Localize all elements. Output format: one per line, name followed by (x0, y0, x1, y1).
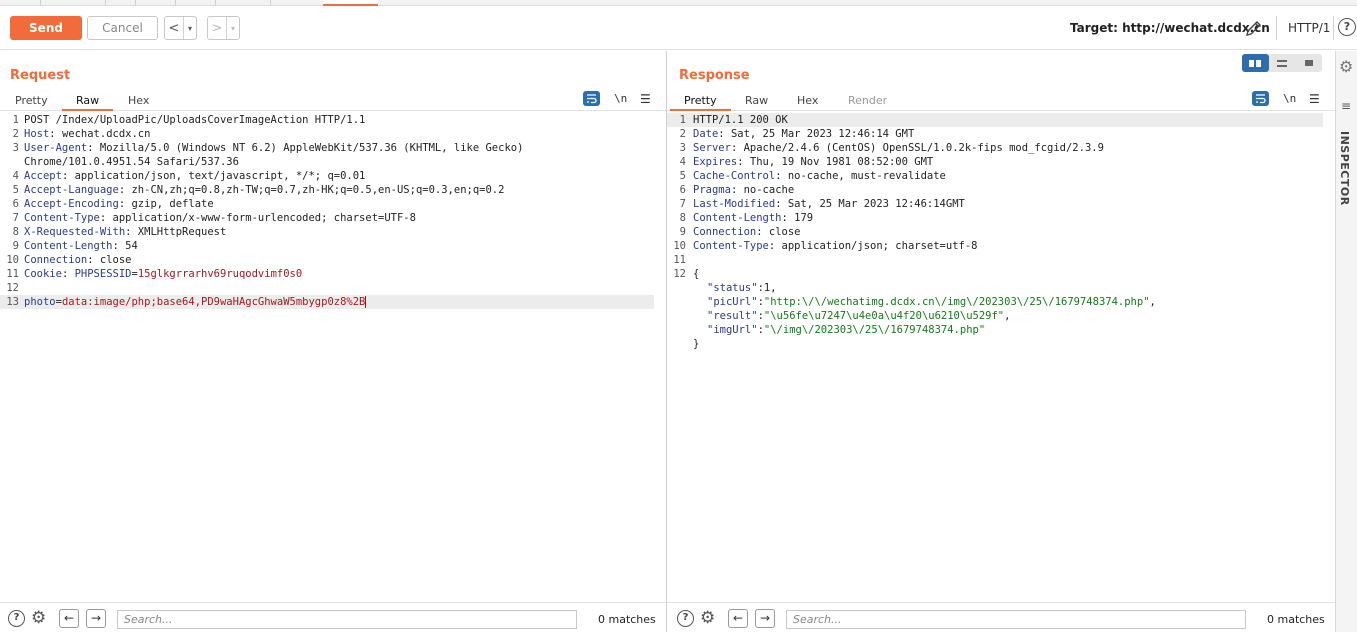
editor-line: 2 Date: Sat, 25 Mar 2023 12:46:14 GMT (679, 128, 915, 140)
search-settings-gear-icon[interactable]: ⚙ (700, 608, 715, 628)
editor-line: "imgUrl":"\/img\/202303\/25\/1679748374.… (707, 324, 986, 336)
request-panel: Request Pretty Raw Hex \n ☰ 1 POST /Index… (0, 51, 666, 632)
search-next-button[interactable]: → (755, 609, 775, 628)
editor-line: 6 Accept-Encoding: gzip, deflate (12, 198, 214, 210)
editor-line: 2 Host: wechat.dcdx.cn (12, 128, 151, 140)
editor-line: 5 Accept-Language: zh-CN,zh;q=0.8,zh-TW;q… (12, 184, 505, 196)
word-wrap-toggle-icon[interactable] (1252, 91, 1269, 106)
send-button[interactable]: Send (10, 16, 82, 40)
editor-line: 3 User-Agent: Mozilla/5.0 (Windows NT 6.2… (12, 142, 524, 154)
editor-line: 3 Server: Apache/2.4.6 (CentOS) OpenSSL/1… (679, 142, 1104, 154)
layout-tabbed-icon[interactable] (1295, 54, 1322, 72)
forward-dropdown-icon[interactable]: ▾ (226, 17, 239, 39)
request-tab-pretty[interactable]: Pretty (1, 92, 62, 111)
word-wrap-toggle-icon[interactable] (583, 91, 600, 106)
response-tab-raw[interactable]: Raw (731, 92, 782, 111)
search-previous-button[interactable]: ← (728, 609, 748, 628)
request-editor[interactable]: 1 POST /Index/UploadPic/UploadsCoverImage… (0, 113, 666, 603)
layout-side-by-side-icon[interactable] (1242, 54, 1269, 72)
inspector-sidebar[interactable]: ⚙ ≡ INSPECTOR (1335, 51, 1357, 632)
request-view-tabs: Pretty Raw Hex (0, 91, 666, 111)
editor-line: 10 Connection: close (6, 254, 132, 266)
inspector-label[interactable]: INSPECTOR (1338, 131, 1351, 206)
response-tab-render[interactable]: Render (834, 92, 901, 111)
repeater-toolbar: Send Cancel < ▾ > ▾ Target: http://wecha… (0, 6, 1357, 50)
editor-line: "status":1, (707, 282, 777, 294)
request-search-bar: ? ⚙ ← → 0 matches (0, 602, 666, 632)
request-tab-raw[interactable]: Raw (62, 92, 114, 111)
editor-line: } (693, 338, 700, 350)
layout-toggle-group (1242, 54, 1322, 72)
help-icon[interactable]: ? (677, 610, 694, 627)
response-search-input[interactable] (786, 610, 1246, 629)
editor-line: 11 Cookie: PHPSESSID=15glkgrrarhv69ruqodv… (6, 268, 303, 280)
request-search-input[interactable] (117, 610, 577, 629)
editor-line: 5 Cache-Control: no-cache, must-revalidat… (679, 170, 946, 182)
editor-line-current: 1 HTTP/1.1 200 OK (667, 113, 1323, 127)
back-arrow-icon[interactable]: < (165, 17, 183, 39)
show-newlines-toggle[interactable]: \n (1283, 92, 1296, 105)
edit-target-pencil-icon[interactable] (1244, 18, 1264, 38)
editor-line: 12 (6, 282, 19, 294)
inspector-settings-gear-icon[interactable]: ⚙ (1339, 57, 1353, 76)
response-tab-hex[interactable]: Hex (783, 92, 832, 111)
search-settings-gear-icon[interactable]: ⚙ (31, 608, 46, 628)
history-forward-group[interactable]: > ▾ (207, 16, 240, 40)
editor-line: 8 X-Requested-With: XMLHttpRequest (12, 226, 227, 238)
editor-line: "result":"\u56fe\u7247\u4e0a\u4f20\u6210… (707, 310, 1011, 322)
layout-stacked-icon[interactable] (1269, 54, 1296, 72)
back-dropdown-icon[interactable]: ▾ (183, 17, 196, 39)
editor-line: 9 Content-Length: 54 (12, 240, 138, 252)
editor-line: 10 Content-Type: application/json; charse… (673, 240, 978, 252)
http-version-toggle[interactable]: HTTP/1 (1288, 21, 1330, 35)
toolbar-separator (1333, 16, 1334, 40)
response-title: Response (679, 68, 750, 83)
response-menu-icon[interactable]: ☰ (1309, 92, 1320, 106)
request-match-count: 0 matches (598, 613, 656, 626)
editor-line: Chrome/101.0.4951.54 Safari/537.36 (24, 156, 239, 168)
help-icon[interactable]: ? (8, 610, 25, 627)
response-match-count: 0 matches (1267, 613, 1325, 626)
response-view-tabs: Pretty Raw Hex Render (667, 91, 1335, 111)
editor-line: 8 Content-Length: 179 (679, 212, 814, 224)
search-previous-button[interactable]: ← (59, 609, 79, 628)
text-caret (365, 296, 367, 308)
target-host: Target: http://wechat.dcdx.cn (1070, 21, 1270, 35)
request-tab-hex[interactable]: Hex (114, 92, 163, 111)
response-search-bar: ? ⚙ ← → 0 matches (667, 602, 1335, 632)
editor-line: 7 Last-Modified: Sat, 25 Mar 2023 12:46:1… (679, 198, 965, 210)
request-title: Request (10, 68, 71, 83)
editor-line: 9 Connection: close (679, 226, 801, 238)
request-menu-icon[interactable]: ☰ (640, 92, 651, 106)
toolbar-separator (1276, 16, 1277, 40)
cancel-button[interactable]: Cancel (87, 16, 158, 40)
editor-line: "picUrl":"http:\/\/wechatimg.dcdx.cn\/im… (707, 296, 1156, 308)
editor-line: 6 Pragma: no-cache (679, 184, 795, 196)
response-panel: Response Pretty Raw Hex Render \n ☰ 1 HTT… (667, 51, 1335, 632)
response-editor[interactable]: 1 HTTP/1.1 200 OK 2 Date: Sat, 25 Mar 2023… (667, 113, 1335, 603)
editor-line: 12{ (673, 268, 700, 280)
editor-line: 7 Content-Type: application/x-www-form-ur… (12, 212, 416, 224)
editor-line: 1 POST /Index/UploadPic/UploadsCoverImage… (12, 114, 366, 126)
editor-line: 4 Expires: Thu, 19 Nov 1981 08:52:00 GMT (679, 156, 934, 168)
show-newlines-toggle[interactable]: \n (614, 92, 627, 105)
editor-line: 4 Accept: application/json, text/javascri… (12, 170, 366, 182)
inspector-list-icon[interactable]: ≡ (1341, 99, 1351, 113)
editor-line: 11 (673, 254, 686, 266)
help-icon[interactable]: ? (1338, 18, 1356, 36)
response-tab-pretty[interactable]: Pretty (670, 92, 731, 111)
forward-arrow-icon[interactable]: > (208, 17, 226, 39)
editor-line-current: 13 photo=data:image/php;base64,PD9waHAgcG… (0, 295, 654, 309)
history-back-group[interactable]: < ▾ (164, 16, 197, 40)
search-next-button[interactable]: → (86, 609, 106, 628)
